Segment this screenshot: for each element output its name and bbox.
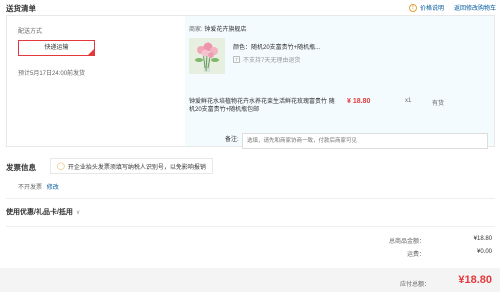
order-item-panel: 商家: 钟爱花卉旗舰店 颜色：随机20支富贵竹+随机瓶... 7 不支持7天无理… (185, 16, 494, 149)
payable-total-label: 应付总额： (399, 282, 430, 288)
total-goods-value: ¥18.80 (473, 236, 492, 242)
info-icon: ! (408, 3, 417, 12)
product-image[interactable] (189, 38, 225, 74)
invoice-modify-link[interactable]: 修改 (47, 185, 59, 191)
remark-label: 备注: (225, 137, 239, 143)
seller-info: 商家: 钟爱花卉旗舰店 (189, 24, 246, 33)
seller-name[interactable]: 钟爱花卉旗舰店 (204, 27, 246, 33)
express-shipping-option[interactable]: 快递运输 (18, 40, 95, 56)
invoice-none-text: 不开发票 (18, 185, 43, 191)
lightbulb-icon: ◯ (57, 163, 65, 170)
selected-corner-icon (88, 49, 94, 55)
delivery-method-label: 配送方式 (18, 29, 43, 35)
stock-status: 有货 (432, 101, 445, 107)
shipping-fee-value: ¥0.00 (476, 249, 492, 255)
coupon-title-label: 使用优惠/礼品卡/抵用 (6, 209, 73, 216)
ship-date-estimate: 预计5月17日24:00前发货 (18, 71, 86, 77)
delivery-box: 配送方式 快递运输 预计5月17日24:00前发货 商家: 钟爱花卉旗舰店 颜色… (6, 15, 495, 149)
flower-bouquet-icon (189, 38, 225, 74)
express-shipping-label: 快递运输 (44, 45, 69, 51)
divider (6, 198, 495, 199)
coupon-toggle[interactable]: 使用优惠/礼品卡/抵用 ∨ (6, 207, 80, 217)
header-links: ! 价格说明 返回修改购物车 (408, 3, 496, 12)
section-title-delivery-list: 送货清单 (6, 4, 36, 13)
divider (6, 226, 495, 227)
product-price: ¥ 18.80 (347, 98, 371, 105)
seller-label: 商家: (189, 27, 203, 33)
no-return-notice: 7 不支持7天无理由退货 (233, 55, 300, 64)
total-goods-label: 总商品金额： (388, 239, 425, 245)
no-return-icon: 7 (233, 56, 240, 63)
invoice-status: 不开发票 修改 (18, 182, 59, 191)
payable-total-value: ¥18.80 (458, 274, 492, 286)
chevron-down-icon: ∨ (75, 209, 81, 216)
invoice-tip: ◯ 开企业抬头发票须填写纳税人识别号，以免影响报销 (50, 158, 213, 174)
price-note-label: 价格说明 (419, 6, 444, 12)
price-note-link[interactable]: ! 价格说明 (408, 3, 444, 12)
remark-input[interactable] (242, 133, 488, 149)
no-return-label: 不支持7天无理由退货 (243, 58, 301, 64)
product-name[interactable]: 钟爱鲜花水培植物花卉水养花束生活鲜花玫瑰富贵竹 随机20支富贵竹+随机瓶包邮 (189, 98, 339, 114)
product-color: 颜色：随机20支富贵竹+随机瓶... (233, 45, 321, 51)
invoice-tip-text: 开企业抬头发票须填写纳税人识别号，以免影响报销 (67, 164, 206, 171)
delivery-method-panel: 配送方式 快递运输 预计5月17日24:00前发货 (7, 16, 185, 146)
shipping-fee-label: 运费： (406, 252, 425, 258)
back-to-cart-link[interactable]: 返回修改购物车 (454, 3, 496, 12)
product-quantity: x1 (405, 98, 412, 104)
invoice-section-title: 发票信息 (6, 163, 36, 172)
